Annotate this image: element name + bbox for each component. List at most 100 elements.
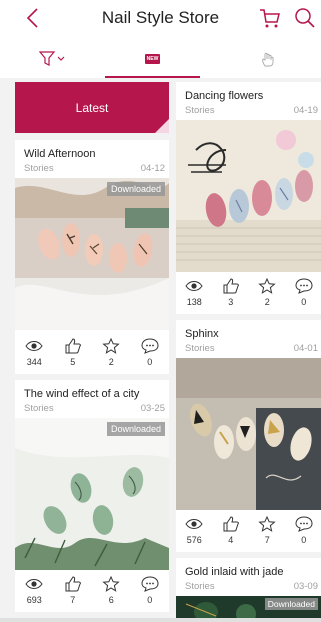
star-icon	[102, 576, 120, 592]
favorites-count: 2	[108, 357, 114, 367]
likes-stat[interactable]: 7	[54, 570, 93, 612]
likes-count: 5	[70, 357, 76, 367]
comments-count: 0	[147, 357, 153, 367]
card-date: 04-19	[293, 105, 318, 116]
tab-new[interactable]: NEW	[105, 40, 200, 78]
search-icon[interactable]	[293, 6, 317, 30]
card-category: Stories	[24, 403, 54, 414]
nail-photo-art	[15, 418, 169, 570]
left-column: Latest Wild Afternoon Stories 04-12 Down…	[15, 82, 169, 612]
card-title: The wind effect of a city	[24, 388, 140, 400]
favorites-stat[interactable]: 7	[249, 510, 286, 552]
card-date: 04-01	[293, 343, 318, 354]
card-title: Gold inlaid with jade	[185, 566, 284, 578]
nail-photo-art	[176, 120, 321, 272]
post-card-gold-inlaid[interactable]: Gold inlaid with jade Stories 03-09 Down…	[176, 558, 321, 618]
app-header: Nail Style Store	[0, 0, 321, 40]
card-stats: 138 3 2 0	[176, 272, 321, 314]
card-stats: 576 4 7 0	[176, 510, 321, 552]
post-card-wild-afternoon[interactable]: Wild Afternoon Stories 04-12 Downloaded	[15, 140, 169, 374]
comments-count: 0	[301, 297, 307, 307]
thumbs-up-icon	[223, 516, 239, 532]
star-icon	[102, 338, 120, 354]
card-stats: 693 7 6 0	[15, 570, 169, 612]
new-badge: NEW	[144, 54, 161, 64]
card-date: 03-25	[140, 403, 165, 414]
nail-photo-art	[15, 178, 169, 330]
card-title: Wild Afternoon	[24, 148, 96, 160]
likes-stat[interactable]: 5	[54, 332, 93, 374]
comments-stat[interactable]: 0	[131, 332, 170, 374]
eye-icon	[185, 519, 203, 529]
downloaded-badge: Downloaded	[106, 182, 165, 196]
nail-photo[interactable]: Downloaded	[15, 418, 169, 570]
views-stat: 576	[176, 510, 213, 552]
nail-photo-art	[176, 358, 321, 510]
downloaded-badge: Downloaded	[106, 422, 165, 436]
likes-stat[interactable]: 4	[213, 510, 250, 552]
nail-photo[interactable]: Downloaded	[176, 596, 321, 618]
card-date: 04-12	[140, 163, 165, 174]
likes-count: 7	[70, 595, 76, 605]
views-count: 576	[186, 535, 202, 545]
likes-count: 4	[228, 535, 234, 545]
tab-bar: NEW	[0, 40, 321, 78]
nail-photo[interactable]: Downloaded	[15, 178, 169, 330]
views-count: 138	[186, 297, 202, 307]
comments-count: 0	[147, 595, 153, 605]
downloaded-badge: Downloaded	[264, 598, 318, 610]
thumbs-up-icon	[65, 576, 81, 592]
views-count: 344	[26, 357, 42, 367]
card-category: Stories	[185, 105, 215, 116]
post-card-sphinx[interactable]: Sphinx Stories 04-01 576 4 7 0	[176, 320, 321, 552]
post-card-dancing-flowers[interactable]: Dancing flowers Stories 04-19 138 3 2 0	[176, 82, 321, 314]
banner-corner	[155, 119, 169, 133]
views-stat: 693	[15, 570, 54, 612]
bottom-edge	[0, 618, 321, 622]
card-title: Sphinx	[185, 328, 219, 340]
card-category: Stories	[185, 581, 215, 592]
nail-photo[interactable]	[176, 120, 321, 272]
comments-stat[interactable]: 0	[286, 510, 321, 552]
active-tab-indicator	[105, 76, 200, 78]
eye-icon	[185, 281, 203, 291]
eye-icon	[25, 579, 43, 589]
tab-hot[interactable]	[215, 40, 320, 78]
comment-icon	[295, 516, 313, 532]
views-stat: 138	[176, 272, 213, 314]
comments-count: 0	[301, 535, 307, 545]
latest-label: Latest	[75, 100, 109, 115]
latest-banner[interactable]: Latest	[15, 82, 169, 133]
favorites-stat[interactable]: 2	[92, 332, 131, 374]
likes-count: 3	[228, 297, 234, 307]
eye-icon	[25, 341, 43, 351]
card-stats: 344 5 2 0	[15, 332, 169, 374]
views-count: 693	[26, 595, 42, 605]
filter-icon	[38, 51, 64, 66]
views-stat: 344	[15, 332, 54, 374]
favorites-stat[interactable]: 2	[249, 272, 286, 314]
likes-stat[interactable]: 3	[213, 272, 250, 314]
card-category: Stories	[24, 163, 54, 174]
favorites-count: 7	[264, 535, 270, 545]
tab-filter[interactable]	[0, 40, 105, 78]
card-date: 03-09	[293, 581, 318, 592]
nail-photo[interactable]	[176, 358, 321, 510]
comment-icon	[295, 278, 313, 294]
comments-stat[interactable]: 0	[131, 570, 170, 612]
hand-icon	[261, 52, 273, 67]
star-icon	[258, 278, 276, 294]
cart-icon[interactable]	[258, 6, 282, 30]
comments-stat[interactable]: 0	[286, 272, 321, 314]
favorites-count: 2	[264, 297, 270, 307]
thumbs-up-icon	[223, 278, 239, 294]
thumbs-up-icon	[65, 338, 81, 354]
favorites-stat[interactable]: 6	[92, 570, 131, 612]
card-title: Dancing flowers	[185, 90, 264, 102]
post-card-wind-effect[interactable]: The wind effect of a city Stories 03-25 …	[15, 380, 169, 612]
star-icon	[258, 516, 276, 532]
comment-icon	[141, 338, 159, 354]
favorites-count: 6	[108, 595, 114, 605]
card-category: Stories	[185, 343, 215, 354]
comment-icon	[141, 576, 159, 592]
